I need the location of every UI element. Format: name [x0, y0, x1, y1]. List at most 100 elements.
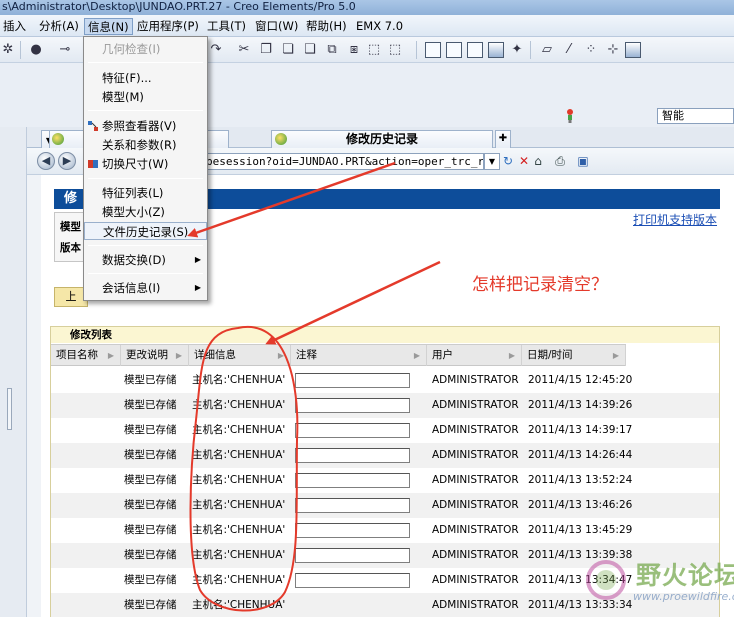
version-label: 版本 — [60, 242, 81, 254]
menu-feature[interactable]: 特征(F)... — [84, 69, 207, 87]
note-input[interactable] — [295, 548, 410, 563]
back-icon[interactable]: ◀ — [37, 152, 55, 170]
cell-user: ADMINISTRATOR — [432, 474, 519, 486]
menu-applications[interactable]: 应用程序(P) — [134, 18, 202, 35]
menu-bar: 插入 分析(A) 信息(N) 应用程序(P) 工具(T) 窗口(W) 帮助(H)… — [0, 15, 734, 37]
url-input[interactable]: pesession?oid=JUNDAO.PRT&action=oper_trc… — [203, 153, 484, 170]
menu-file-history[interactable]: 文件历史记录(S) — [84, 222, 207, 240]
regenerate-icon[interactable]: ⧉ — [324, 42, 340, 58]
cell-change: 模型已存储 — [124, 474, 177, 486]
hidden-line-icon[interactable] — [446, 42, 462, 58]
note-input[interactable] — [295, 398, 410, 413]
menu-reference-viewer[interactable]: 参照查看器(V) — [84, 117, 207, 135]
cell-user: ADMINISTRATOR — [432, 549, 519, 561]
table-row: 模型已存储 主机名:'CHENHUA' ADMINISTRATOR 2011/4… — [51, 518, 719, 543]
menu-geometry-check: 几何检查(I) — [102, 42, 161, 56]
navigator-sash[interactable] — [7, 388, 12, 430]
datum-icon[interactable]: ⊸ — [57, 42, 73, 58]
no-hidden-icon[interactable] — [467, 42, 483, 58]
cell-date: 2011/4/13 13:46:26 — [528, 499, 633, 511]
menu-model-size[interactable]: 模型大小(Z) — [84, 203, 207, 221]
note-input[interactable] — [295, 448, 410, 463]
menu-analysis[interactable]: 分析(A) — [36, 18, 82, 35]
table-row: 模型已存储 主机名:'CHENHUA' ADMINISTRATOR 2011/4… — [51, 443, 719, 468]
shaded-icon[interactable] — [488, 42, 504, 58]
watermark-title: 野火论坛 — [636, 561, 734, 590]
menu-model[interactable]: 模型(M) — [84, 88, 207, 106]
url-dropdown-icon[interactable]: ▼ — [484, 153, 500, 170]
sort-arrow-icon: ▶ — [175, 351, 182, 360]
cell-user: ADMINISTRATOR — [432, 449, 519, 461]
cut-icon[interactable]: ✂ — [236, 42, 252, 58]
new-tab-icon[interactable]: ✚ — [495, 130, 511, 148]
copy-icon[interactable]: ❐ — [258, 42, 274, 58]
print-version-link[interactable]: 打印机支持版本 — [633, 211, 717, 228]
watermark-url: www.proewildfire.cn — [633, 590, 734, 603]
change-list-title: 修改列表 — [51, 327, 719, 343]
menu-info[interactable]: 信息(N) — [84, 18, 133, 35]
cell-date: 2011/4/13 14:26:44 — [528, 449, 633, 461]
note-input[interactable] — [295, 423, 410, 438]
print-icon[interactable]: ⎙ — [552, 153, 568, 170]
menu-tools[interactable]: 工具(T) — [204, 18, 249, 35]
select-box-icon[interactable]: ⬚ — [366, 42, 382, 58]
tab-history[interactable]: 修改历史记录 — [271, 130, 493, 148]
cell-user: ADMINISTRATOR — [432, 574, 519, 586]
menu-relations-params[interactable]: 关系和参数(R) — [84, 136, 207, 154]
col-notes-label: 注释 — [296, 349, 317, 361]
note-input[interactable] — [295, 373, 410, 388]
cell-change: 模型已存储 — [124, 574, 177, 586]
menu-window[interactable]: 窗口(W) — [252, 18, 301, 35]
col-change-desc[interactable]: 更改说明 ▶ — [121, 345, 189, 366]
note-input[interactable] — [295, 523, 410, 538]
menu-data-exchange[interactable]: 数据交换(D) ▶ — [84, 251, 207, 269]
go-icon[interactable]: ↻ — [500, 153, 516, 170]
cell-change: 模型已存储 — [124, 449, 177, 461]
annotation-icon[interactable] — [625, 42, 641, 58]
note-input[interactable] — [295, 473, 410, 488]
smart-filter-select[interactable]: 智能 — [657, 108, 734, 124]
col-user[interactable]: 用户 ▶ — [427, 345, 522, 366]
enhanced-realism-icon[interactable]: ✦ — [509, 42, 525, 58]
cell-detail: 主机名:'CHENHUA' — [192, 424, 286, 436]
wireframe-icon[interactable] — [425, 42, 441, 58]
col-details[interactable]: 详细信息 ▶ — [189, 345, 291, 366]
cell-user: ADMINISTRATOR — [432, 599, 519, 611]
note-input[interactable] — [295, 498, 410, 513]
col-datetime[interactable]: 日期/时间 ▶ — [522, 345, 626, 366]
menu-insert[interactable]: 插入 — [0, 18, 29, 35]
find-icon[interactable]: ⧆ — [346, 42, 362, 58]
cell-detail: 主机名:'CHENHUA' — [192, 549, 286, 561]
redo-icon[interactable]: ↷ — [208, 42, 224, 58]
menu-feature-list[interactable]: 特征列表(L) — [84, 184, 207, 202]
submenu-arrow-icon: ▶ — [194, 255, 201, 264]
datum-axis-icon[interactable]: ⁄ — [561, 42, 577, 58]
cell-change: 模型已存储 — [124, 374, 177, 386]
paste-icon[interactable]: ❏ — [280, 42, 296, 58]
sort-arrow-icon: ▶ — [612, 351, 619, 360]
datum-plane-icon[interactable]: ▱ — [539, 42, 555, 58]
home-icon[interactable]: ⌂ — [530, 153, 546, 170]
menu-switch-dims[interactable]: 切换尺寸(W) — [84, 155, 207, 173]
forward-icon[interactable]: ▶ — [58, 152, 76, 170]
table-row: 模型已存储 主机名:'CHENHUA' ADMINISTRATOR 2011/4… — [51, 468, 719, 493]
spin-center-icon[interactable]: ✲ — [0, 42, 16, 58]
shading-icon[interactable]: ● — [28, 42, 44, 58]
menu-emx[interactable]: EMX 7.0 — [353, 18, 406, 35]
cell-change: 模型已存储 — [124, 399, 177, 411]
col-change-desc-label: 更改说明 — [126, 349, 168, 361]
menu-help[interactable]: 帮助(H) — [303, 18, 350, 35]
cell-date: 2011/4/13 13:45:29 — [528, 524, 633, 536]
csys-icon[interactable]: ⊹ — [605, 42, 621, 58]
sort-arrow-icon: ▶ — [107, 351, 114, 360]
datum-point-icon[interactable]: ⁘ — [583, 42, 599, 58]
col-item-name[interactable]: 项目名称 ▶ — [51, 345, 121, 366]
cell-detail: 主机名:'CHENHUA' — [192, 599, 286, 611]
save-icon[interactable]: ▣ — [575, 153, 591, 170]
paste-special-icon[interactable]: ❑ — [302, 42, 318, 58]
menu-session-info[interactable]: 会话信息(I) ▶ — [84, 279, 207, 297]
select-region-icon[interactable]: ⬚ — [387, 42, 403, 58]
col-notes[interactable]: 注释 ▶ — [291, 345, 427, 366]
note-input[interactable] — [295, 573, 410, 588]
cell-change: 模型已存储 — [124, 524, 177, 536]
